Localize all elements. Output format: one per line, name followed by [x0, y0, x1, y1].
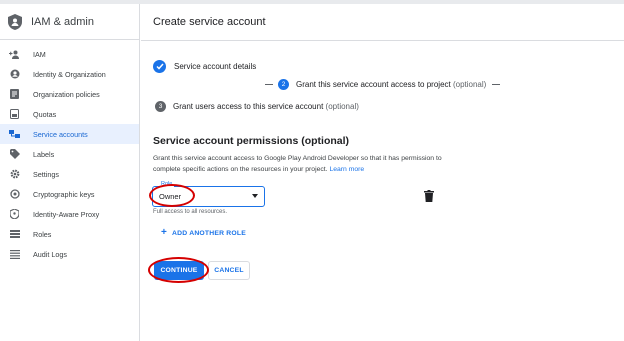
role-hint: Full access to all resources. [153, 209, 228, 215]
main-content: Create service account Service account d… [141, 4, 624, 341]
add-person-icon [9, 49, 20, 60]
step-label-text: Grant users access to this service accou… [173, 102, 324, 111]
sidebar-item-identity-aware-proxy[interactable]: Identity-Aware Proxy [0, 204, 139, 224]
step-service-account-details[interactable]: Service account details [153, 60, 256, 73]
sidebar-item-label: Roles [33, 229, 52, 239]
sidebar-item-service-accounts[interactable]: Service accounts [0, 124, 139, 144]
sidebar-item-organization-policies[interactable]: Organization policies [0, 84, 139, 104]
plus-icon: + [161, 227, 168, 238]
step-optional-tag: (optional) [325, 102, 359, 111]
role-select[interactable]: Role Owner [152, 181, 265, 207]
permissions-description-text: Grant this service account access to Goo… [153, 155, 442, 173]
sidebar-item-quotas[interactable]: Quotas [0, 104, 139, 124]
sidebar-item-label: Quotas [33, 109, 57, 119]
sidebar-nav: IAM Identity & Organization Organization… [0, 44, 139, 264]
sidebar-item-cryptographic-keys[interactable]: Cryptographic keys [0, 184, 139, 204]
shield-proxy-icon [9, 209, 20, 220]
step-grant-project-access: 2 Grant this service account access to p… [265, 79, 501, 90]
sidebar-header: IAM & admin [0, 4, 139, 40]
permissions-heading: Service account permissions (optional) [153, 135, 350, 147]
sidebar-item-label: Audit Logs [33, 249, 67, 259]
sidebar-item-identity-organization[interactable]: Identity & Organization [0, 64, 139, 84]
step-grant-user-access[interactable]: 3 Grant users access to this service acc… [155, 101, 359, 112]
list-lines-icon [9, 249, 20, 260]
learn-more-link[interactable]: Learn more [329, 166, 364, 173]
label-tag-icon [9, 149, 20, 160]
sidebar-item-label: IAM [33, 49, 46, 59]
iam-shield-icon [8, 13, 22, 30]
step-connector [265, 84, 273, 85]
step-label: Grant this service account access to pro… [296, 80, 486, 89]
page-title: Create service account [141, 4, 624, 41]
quota-icon [9, 109, 20, 120]
step-complete-check-icon [153, 60, 166, 73]
sidebar-item-label: Identity & Organization [33, 69, 106, 79]
service-account-icon [9, 129, 20, 140]
crypto-key-icon [9, 189, 20, 200]
role-field-label: Role [159, 181, 175, 187]
step-label: Grant users access to this service accou… [173, 102, 359, 111]
add-another-role-button[interactable]: + ADD ANOTHER ROLE [161, 228, 246, 238]
account-circle-icon [9, 69, 20, 80]
permissions-description: Grant this service account access to Goo… [153, 153, 443, 175]
step-label: Service account details [174, 62, 257, 71]
policy-document-icon [9, 89, 20, 100]
step-label-text: Grant this service account access to pro… [296, 80, 451, 89]
sidebar-item-settings[interactable]: Settings [0, 164, 139, 184]
sidebar-item-label: Cryptographic keys [33, 189, 95, 199]
role-selected-value: Owner [159, 192, 182, 201]
step-number-badge: 2 [278, 79, 289, 90]
step-optional-tag: (optional) [452, 80, 487, 89]
step-number-badge: 3 [155, 101, 166, 112]
sidebar-item-labels[interactable]: Labels [0, 144, 139, 164]
sidebar-item-iam[interactable]: IAM [0, 44, 139, 64]
delete-role-trash-icon[interactable] [424, 190, 434, 202]
sidebar-item-label: Service accounts [33, 129, 88, 139]
add-role-label: ADD ANOTHER ROLE [172, 229, 246, 237]
dropdown-arrow-icon [252, 194, 258, 198]
sidebar-item-label: Labels [33, 149, 55, 159]
step-connector [492, 84, 501, 85]
sidebar-item-roles[interactable]: Roles [0, 224, 139, 244]
cancel-button[interactable]: CANCEL [208, 261, 250, 280]
gear-icon [9, 169, 20, 180]
sidebar: IAM & admin IAM Identity & Organization … [0, 4, 140, 341]
sidebar-item-label: Identity-Aware Proxy [33, 209, 100, 219]
sidebar-item-audit-logs[interactable]: Audit Logs [0, 244, 139, 264]
continue-button[interactable]: CONTINUE [154, 261, 204, 280]
sidebar-item-label: Organization policies [33, 89, 100, 99]
sidebar-item-label: Settings [33, 169, 59, 179]
sidebar-title: IAM & admin [31, 15, 94, 28]
roles-icon [9, 229, 20, 240]
